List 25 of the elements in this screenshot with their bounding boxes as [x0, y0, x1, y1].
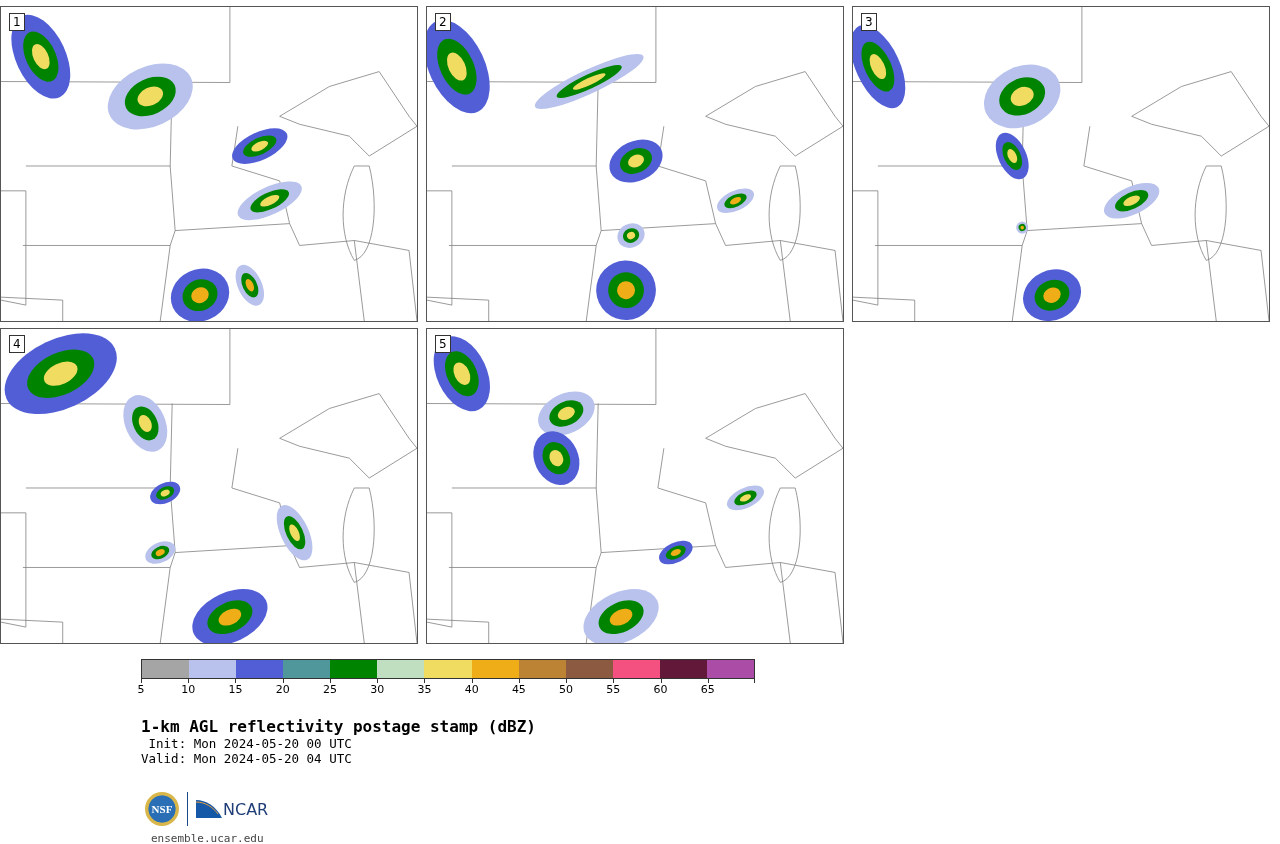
- ncar-logo-text: NCAR: [223, 802, 269, 818]
- scale-tick-label: 50: [559, 683, 574, 696]
- nsf-logo: NSF: [145, 792, 179, 826]
- scale-tick-label: 45: [511, 683, 526, 696]
- chart-title: 1-km AGL reflectivity postage stamp (dBZ): [141, 717, 537, 736]
- scale-tick-label: 10: [181, 683, 196, 696]
- panel-number: 3: [861, 13, 877, 31]
- scale-tick-label: 15: [228, 683, 243, 696]
- panel-number: 4: [9, 335, 25, 353]
- scale-tick-label: 30: [370, 683, 385, 696]
- init-time: Init: Mon 2024-05-20 00 UTC: [147, 736, 353, 751]
- swoosh-icon: [196, 800, 222, 818]
- panel-number: 2: [435, 13, 451, 31]
- valid-time: Valid: Mon 2024-05-20 04 UTC: [141, 751, 353, 766]
- panel-number: 1: [9, 13, 25, 31]
- scale-tick-label: 55: [606, 683, 621, 696]
- scale-tick-label: 65: [700, 683, 715, 696]
- scale-tick-label: 60: [653, 683, 668, 696]
- scale-tick-label: 20: [275, 683, 290, 696]
- scale-tick-label: 40: [464, 683, 479, 696]
- scale-tick-label: 25: [322, 683, 337, 696]
- scale-tick-label: 5: [137, 683, 145, 696]
- site-url: ensemble.ucar.edu: [151, 832, 265, 844]
- scale-tick-label: 35: [417, 683, 432, 696]
- panel-number: 5: [435, 335, 451, 353]
